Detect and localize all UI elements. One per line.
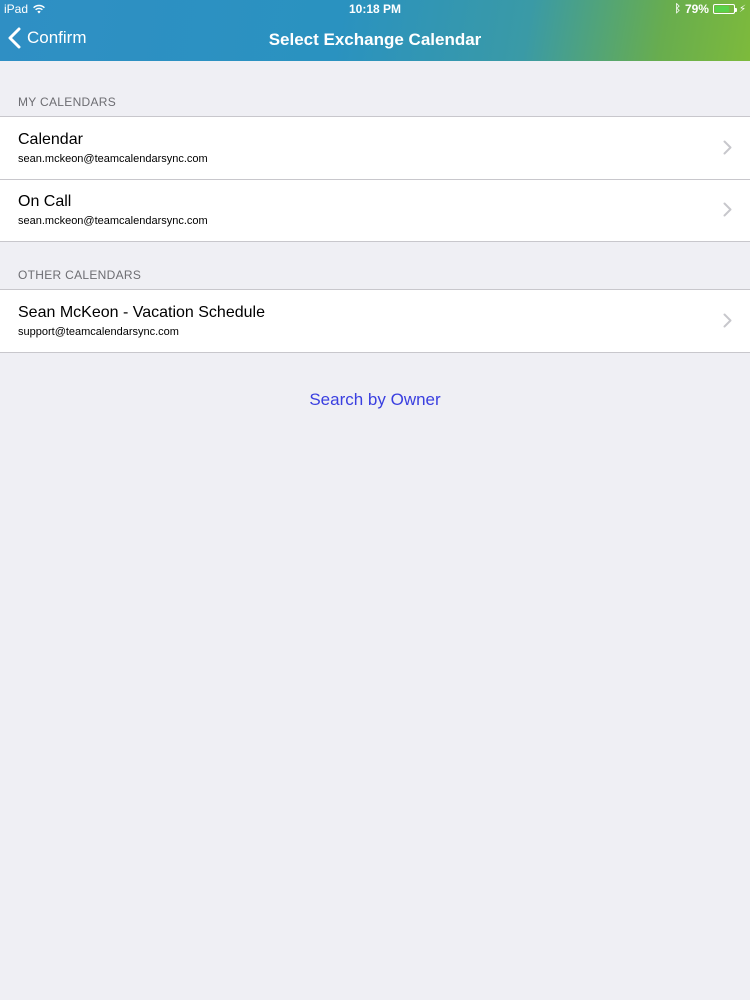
status-bar: iPad 10:18 PM ᛒ 79% ⚡	[0, 0, 750, 18]
row-subtitle: sean.mckeon@teamcalendarsync.com	[18, 215, 208, 227]
page-title: Select Exchange Calendar	[268, 30, 482, 49]
battery-icon	[712, 4, 737, 14]
chevron-right-icon	[723, 202, 732, 217]
chevron-right-icon	[723, 313, 732, 328]
row-title: Sean McKeon - Vacation Schedule	[18, 304, 265, 321]
row-title: Calendar	[18, 131, 83, 148]
calendar-row-on-call[interactable]: On Call sean.mckeon@teamcalendarsync.com	[0, 179, 750, 241]
chevron-right-icon	[723, 140, 732, 155]
charging-icon: ⚡	[738, 3, 746, 15]
top-bar: iPad 10:18 PM ᛒ 79% ⚡ Confirm Select Exc	[0, 0, 750, 61]
status-time: 10:18 PM	[348, 2, 402, 16]
row-subtitle: support@teamcalendarsync.com	[18, 326, 179, 338]
other-calendars-list: Sean McKeon - Vacation Schedule support@…	[0, 289, 750, 353]
calendar-row-vacation-schedule[interactable]: Sean McKeon - Vacation Schedule support@…	[0, 290, 750, 352]
bluetooth-icon: ᛒ	[674, 3, 681, 15]
section-header-other-calendars: OTHER CALENDARS	[18, 268, 142, 282]
battery-percent: 79%	[684, 2, 709, 16]
calendar-row-calendar[interactable]: Calendar sean.mckeon@teamcalendarsync.co…	[0, 117, 750, 179]
search-by-owner-link[interactable]: Search by Owner	[0, 390, 750, 410]
battery-fill	[714, 6, 730, 12]
navigation-bar: Confirm Select Exchange Calendar	[0, 20, 750, 60]
my-calendars-list: Calendar sean.mckeon@teamcalendarsync.co…	[0, 116, 750, 242]
row-subtitle: sean.mckeon@teamcalendarsync.com	[18, 153, 208, 165]
status-right: ᛒ 79% ⚡	[674, 2, 746, 16]
row-title: On Call	[18, 193, 72, 210]
section-header-my-calendars: MY CALENDARS	[18, 95, 117, 109]
